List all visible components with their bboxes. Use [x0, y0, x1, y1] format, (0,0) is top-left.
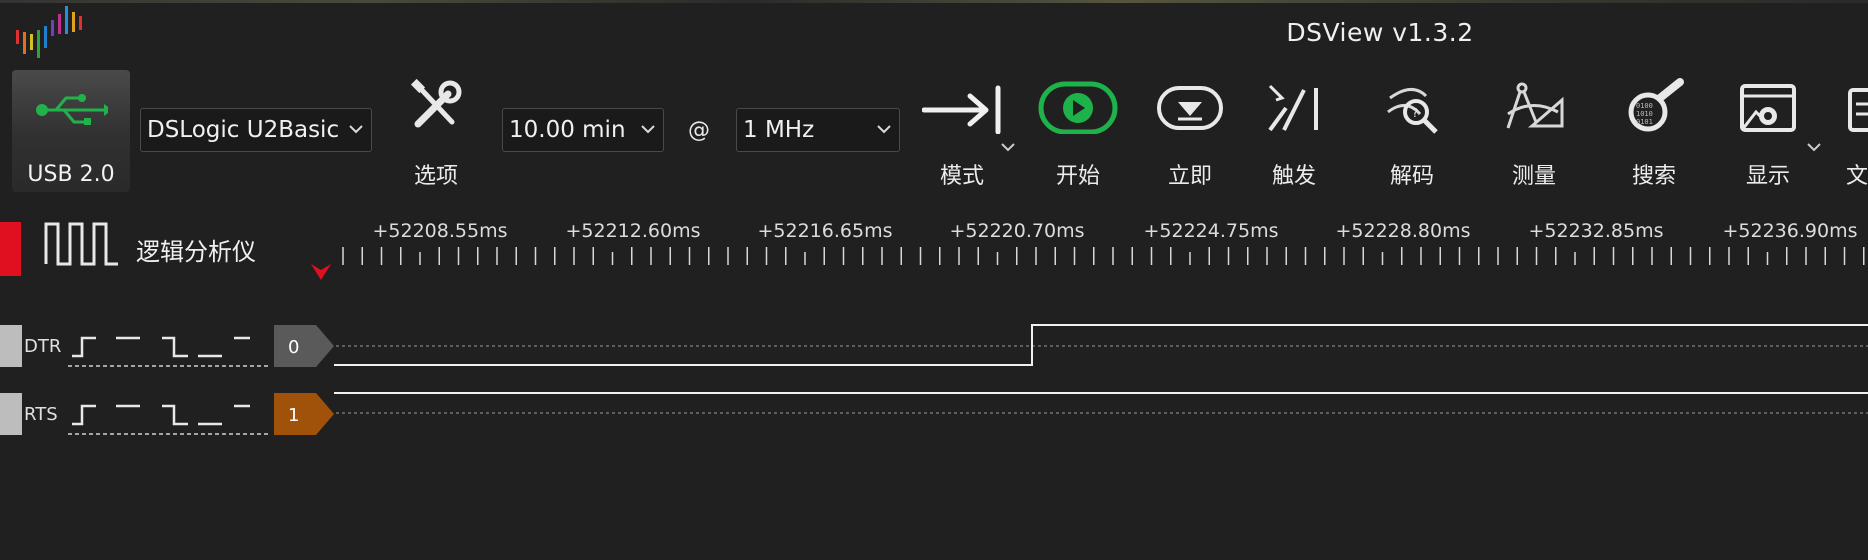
device-select[interactable]: DSLogic U2Basic [140, 108, 372, 152]
at-separator: @ [688, 118, 710, 143]
trigger-icon [1268, 84, 1318, 132]
options-label: 选项 [413, 164, 458, 189]
display-label: 显示 [1745, 164, 1790, 189]
file-icon [1848, 88, 1868, 132]
channel-index-rts: 1 [288, 405, 299, 426]
decode-button[interactable]: ? 解码 [1382, 78, 1442, 189]
channel-handle-rts[interactable] [0, 393, 22, 435]
chevron-down-icon [877, 125, 891, 134]
start-button[interactable]: 开始 [1038, 78, 1118, 189]
channel-index-dtr: 0 [288, 337, 299, 358]
channel-name-rts: RTS [24, 404, 58, 425]
usb-label: USB 2.0 [27, 162, 115, 187]
display-settings-icon [1740, 84, 1796, 132]
time-ruler[interactable] [0, 235, 1868, 267]
search-button[interactable]: 0100 1010 0101 搜索 [1622, 78, 1686, 189]
mode-button[interactable]: 模式 [922, 78, 1015, 189]
device-select-value: DSLogic U2Basic [147, 117, 340, 143]
duration-select-value: 10.00 min [509, 117, 626, 143]
single-capture-icon [1157, 86, 1223, 130]
usb-status-panel[interactable]: USB 2.0 [12, 70, 130, 192]
measure-icon [1506, 82, 1564, 129]
file-button[interactable]: 文 [1846, 78, 1868, 189]
options-button[interactable]: 选项 [408, 78, 464, 189]
falling-edge-icon [162, 336, 188, 358]
chevron-down-icon [349, 125, 363, 134]
arrow-to-bar-icon [922, 85, 1001, 134]
chevron-down-icon [641, 125, 655, 134]
falling-edge-icon [162, 404, 188, 426]
svg-text:0100: 0100 [1636, 102, 1653, 110]
usb-icon [36, 94, 108, 125]
channel-trigger-options[interactable] [68, 330, 268, 368]
duration-select[interactable]: 10.00 min [502, 108, 664, 152]
sample-rate-select[interactable]: 1 MHz [736, 108, 900, 152]
file-label: 文 [1846, 164, 1868, 189]
decode-icon: ? [1387, 88, 1438, 134]
svg-text:?: ? [1412, 106, 1418, 120]
window-top-strip [0, 0, 1868, 3]
chevron-down-icon [1001, 143, 1015, 152]
dtr-waveform [334, 324, 1868, 366]
channel-handle-dtr[interactable] [0, 325, 22, 367]
display-button[interactable]: 显示 [1738, 78, 1821, 189]
svg-text:0101: 0101 [1636, 118, 1653, 126]
sample-rate-select-value: 1 MHz [743, 117, 815, 143]
channel-name-dtr: DTR [24, 336, 62, 357]
single-capture-button[interactable]: 立即 [1156, 78, 1224, 189]
rising-edge-icon [72, 404, 96, 426]
play-icon [1038, 81, 1118, 134]
svg-text:1010: 1010 [1636, 110, 1653, 118]
search-icon: 0100 1010 0101 [1628, 78, 1684, 132]
trigger-button[interactable]: 触发 [1264, 78, 1324, 189]
app-title: DSView v1.3.2 [1286, 18, 1474, 47]
dsview-logo-icon [16, 6, 82, 58]
channel-index-badge-dtr[interactable]: 0 [274, 325, 336, 367]
channel-trigger-options[interactable] [68, 398, 268, 436]
measure-button[interactable]: 测量 [1502, 78, 1566, 189]
wrench-screwdriver-icon [410, 78, 462, 128]
decode-label: 解码 [1389, 164, 1434, 189]
chevron-down-icon [1807, 143, 1821, 152]
channel-index-badge-rts[interactable]: 1 [274, 393, 336, 435]
rising-edge-icon [72, 336, 96, 358]
